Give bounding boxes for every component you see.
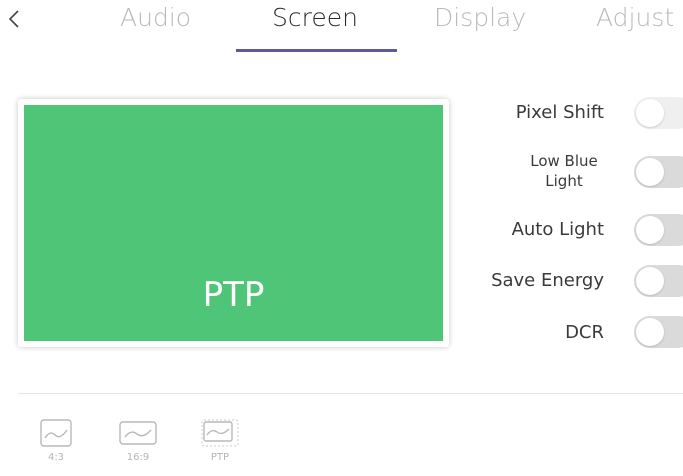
screen-preview: PTP — [18, 99, 449, 347]
ratio-ptp-icon — [201, 419, 239, 447]
low-blue-light-label: Low Blue Light — [530, 152, 598, 190]
ratio-4-3-label: 4:3 — [47, 452, 65, 463]
switch-knob — [636, 99, 664, 127]
save-energy-switch[interactable] — [634, 265, 683, 297]
chevron-left-icon — [8, 10, 19, 28]
dcr-label: DCR — [565, 322, 604, 343]
ratio-ptp-label: PTP — [210, 452, 230, 463]
switch-knob — [636, 267, 664, 295]
screen-settings-page: Audio Screen Display Adjust PTP Pixel Sh… — [0, 0, 683, 476]
tab-adjust[interactable]: Adjust — [596, 0, 674, 40]
pixel-shift-switch[interactable] — [634, 97, 683, 129]
dcr-switch[interactable] — [634, 316, 683, 348]
ratio-16-9-button[interactable]: 16:9 — [118, 418, 158, 474]
tab-screen[interactable]: Screen — [272, 0, 358, 40]
back-button[interactable] — [2, 2, 26, 36]
ratio-16-9-label: 16:9 — [126, 452, 150, 463]
ratio-ptp-button[interactable]: PTP — [200, 418, 240, 474]
switch-knob — [636, 216, 664, 244]
active-tab-indicator — [236, 49, 397, 52]
pixel-shift-label: Pixel Shift — [515, 102, 604, 123]
ratio-16-9-icon — [119, 421, 157, 445]
section-divider — [18, 393, 683, 394]
preview-area: PTP — [24, 105, 443, 341]
auto-light-switch[interactable] — [634, 214, 683, 246]
tab-audio[interactable]: Audio — [120, 0, 191, 40]
tab-display[interactable]: Display — [434, 0, 526, 40]
switch-knob — [636, 158, 664, 186]
low-blue-light-switch[interactable] — [634, 156, 683, 188]
save-energy-label: Save Energy — [491, 270, 604, 291]
switch-knob — [636, 318, 664, 346]
preview-mode-label: PTP — [202, 275, 265, 315]
ratio-4-3-icon — [40, 419, 72, 447]
auto-light-label: Auto Light — [511, 219, 604, 240]
ratio-4-3-button[interactable]: 4:3 — [36, 418, 76, 474]
